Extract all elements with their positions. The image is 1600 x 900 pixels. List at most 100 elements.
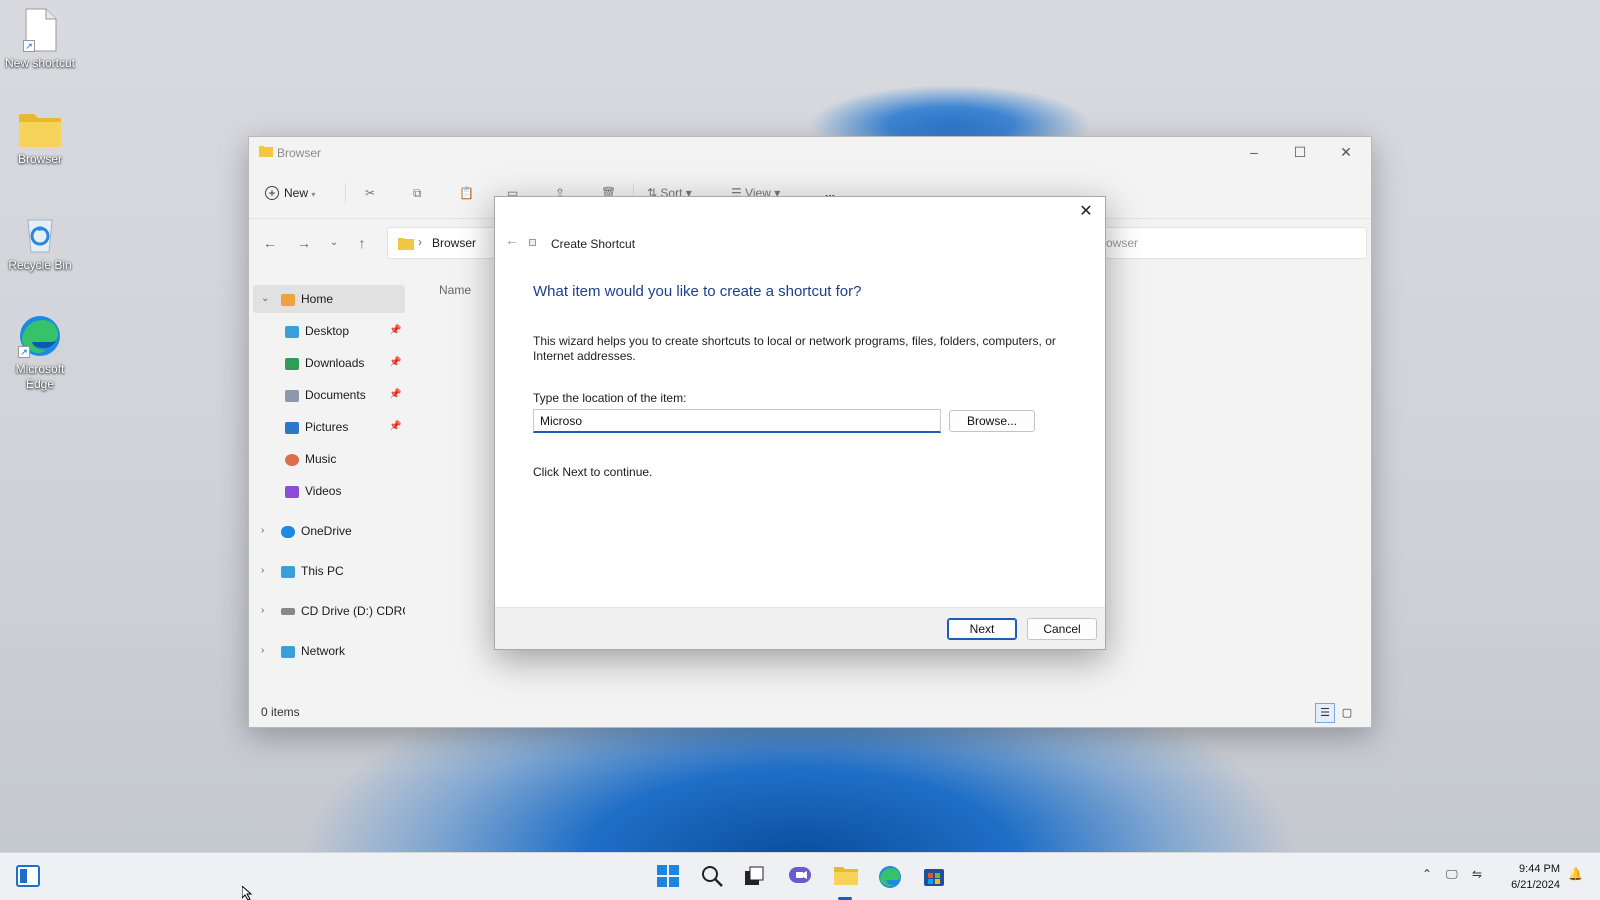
chevron-right-icon[interactable]: › [261, 637, 264, 665]
paste-icon[interactable]: 📋 [459, 181, 474, 205]
search-icon[interactable] [700, 865, 724, 889]
videos-icon [285, 485, 299, 498]
nav-item-this-pc[interactable]: › This PC [253, 557, 405, 585]
chat-icon[interactable] [788, 865, 812, 889]
nav-item-home[interactable]: ⌄ Home [253, 285, 405, 313]
nav-label: Documents [305, 388, 366, 402]
nav-label: This PC [301, 564, 344, 578]
back-arrow-icon[interactable]: ← [503, 231, 521, 249]
column-header-name[interactable]: Name [439, 283, 471, 297]
taskbar: ⌃ 🖵 ⇋ 9:44 PM 6/21/2024 🔔 [0, 852, 1600, 900]
minimize-button[interactable]: – [1231, 137, 1277, 167]
pin-icon[interactable]: 📌 [389, 413, 401, 441]
clock-date: 6/21/2024 [1511, 879, 1560, 891]
new-button[interactable]: + New ▾ [265, 181, 315, 205]
network-icon [281, 645, 295, 658]
details-view-icon[interactable]: ☰ [1315, 703, 1335, 723]
store-icon[interactable] [922, 865, 946, 889]
pin-icon[interactable]: 📌 [389, 381, 401, 409]
new-label: New [284, 186, 309, 200]
edge-icon: ↗ [18, 314, 62, 358]
folder-icon [259, 145, 273, 160]
back-arrow-icon[interactable]: ← [259, 232, 281, 254]
nav-item-downloads[interactable]: Downloads 📌 [285, 349, 405, 377]
next-button[interactable]: Next [947, 618, 1017, 640]
desktop-icon-browser-folder[interactable]: Browser [0, 112, 80, 167]
nav-item-documents[interactable]: Documents 📌 [285, 381, 405, 409]
nav-item-onedrive[interactable]: › OneDrive [253, 517, 405, 545]
clock-time: 9:44 PM [1519, 863, 1560, 875]
desktop-icon-label: Recycle Bin [8, 258, 72, 272]
recent-locations-chevron-icon[interactable]: ⌄ [323, 232, 345, 254]
nav-label: Desktop [305, 324, 350, 338]
nav-item-desktop[interactable]: Desktop 📌 [285, 317, 405, 345]
chevron-down-icon[interactable]: ⌄ [261, 285, 269, 313]
explorer-titlebar[interactable]: Browser – ☐ ✕ [249, 137, 1371, 167]
computer-icon [281, 565, 295, 578]
up-arrow-icon[interactable]: ↑ [351, 232, 373, 254]
nav-item-music[interactable]: Music [285, 445, 405, 473]
chevron-right-icon[interactable]: › [261, 517, 264, 545]
show-hidden-icons-chevron-icon[interactable]: ⌃ [1422, 867, 1432, 881]
close-window-button[interactable]: ✕ [1323, 137, 1369, 167]
widgets-icon[interactable] [16, 865, 40, 889]
close-icon[interactable]: ✕ [1075, 201, 1097, 223]
start-windows-icon[interactable] [656, 865, 680, 889]
nav-label: Music [305, 452, 337, 466]
chevron-right-icon[interactable]: › [261, 597, 264, 625]
desktop-icon-recycle-bin[interactable]: Recycle Bin [0, 214, 80, 273]
task-view-icon[interactable] [742, 865, 766, 889]
music-icon [285, 453, 299, 466]
breadcrumb-chevron-icon: › [418, 235, 422, 249]
window-title: Browser [277, 146, 322, 160]
location-input[interactable] [533, 409, 941, 433]
folder-icon [18, 112, 62, 148]
location-label: Type the location of the item: [533, 391, 687, 405]
forward-arrow-icon[interactable]: → [293, 232, 315, 254]
network-status-icon[interactable]: ⇋ [1472, 867, 1482, 881]
pin-icon[interactable]: 📌 [389, 349, 401, 377]
cd-drive-icon [281, 608, 295, 616]
toolbar-divider [345, 183, 346, 203]
pin-icon[interactable]: 📌 [389, 317, 401, 345]
breadcrumb-browser[interactable]: Browser [432, 236, 476, 250]
search-box[interactable]: owser [1106, 236, 1138, 250]
notifications-icon[interactable]: 🔔 [1568, 867, 1583, 881]
edge-icon[interactable] [878, 865, 902, 889]
shortcut-wizard-icon [529, 239, 536, 246]
dialog-description: This wizard helps you to create shortcut… [533, 334, 1056, 363]
dialog-heading: What item would you like to create a sho… [533, 283, 862, 300]
chevron-right-icon[interactable]: › [261, 557, 264, 585]
plus-circle-icon: + [265, 186, 279, 200]
dialog-title: Create Shortcut [551, 237, 636, 251]
cancel-button[interactable]: Cancel [1027, 618, 1097, 640]
browse-button[interactable]: Browse... [949, 410, 1035, 432]
nav-label: Network [301, 644, 346, 658]
desktop-icon-new-shortcut[interactable]: ↗ New shortcut [0, 8, 80, 71]
documents-icon [285, 389, 299, 402]
nav-label: CD Drive (D:) CDROI [301, 604, 405, 618]
nav-label: Pictures [305, 420, 349, 434]
desktop-icon-label: New shortcut [4, 56, 76, 70]
mouse-cursor-icon [241, 884, 254, 900]
file-explorer-icon[interactable] [834, 865, 858, 889]
large-icons-view-icon[interactable]: ▢ [1337, 703, 1357, 723]
create-shortcut-dialog: ✕ ← Create Shortcut What item would you … [494, 196, 1106, 650]
folder-icon [398, 237, 414, 253]
display-icon[interactable]: 🖵 [1446, 867, 1458, 882]
nav-item-network[interactable]: › Network [253, 637, 405, 665]
nav-item-pictures[interactable]: Pictures 📌 [285, 413, 405, 441]
nav-item-cd-drive[interactable]: › CD Drive (D:) CDROI [253, 597, 405, 625]
cloud-icon [281, 525, 295, 538]
nav-item-videos[interactable]: Videos [285, 477, 405, 505]
chevron-down-icon: ▾ [311, 190, 316, 199]
desktop-background: ↗ New shortcut Browser Recycle Bin ↗ Mic… [0, 0, 1600, 852]
desktop-icon-microsoft-edge[interactable]: ↗ Microsoft Edge [0, 314, 80, 392]
home-icon [281, 293, 295, 306]
desktop-icon-label: Browser [17, 152, 62, 166]
clock[interactable]: 9:44 PM 6/21/2024 [1511, 861, 1560, 893]
dialog-footer: Next Cancel [495, 607, 1105, 649]
maximize-button[interactable]: ☐ [1277, 137, 1323, 167]
copy-icon[interactable]: ⧉ [413, 181, 422, 205]
cut-icon[interactable]: ✂ [365, 181, 375, 205]
